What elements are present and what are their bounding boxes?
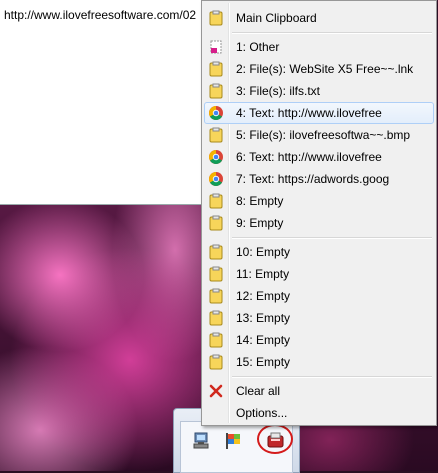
background-window[interactable]: http://www.ilovefreesoftware.com/02 — [0, 0, 204, 205]
menu-item-1[interactable]: 1: Other — [204, 36, 434, 58]
menu-separator — [232, 376, 432, 378]
clipboard-icon — [208, 332, 224, 348]
clipboard-icon — [208, 83, 224, 99]
menu-item-8[interactable]: 8: Empty — [204, 190, 434, 212]
flag-icon[interactable] — [223, 430, 245, 452]
clipboard-icon — [208, 244, 224, 260]
menu-item-10[interactable]: 10: Empty — [204, 241, 434, 263]
menu-item-12[interactable]: 12: Empty — [204, 285, 434, 307]
network-icon[interactable] — [191, 430, 213, 452]
clipboard-icon — [208, 266, 224, 282]
menu-item-5[interactable]: 5: File(s): ilovefreesoftwa~~.bmp — [204, 124, 434, 146]
red-x-icon — [208, 383, 224, 399]
menu-separator — [232, 32, 432, 34]
menu-item-6[interactable]: 6: Text: http://www.ilovefree — [204, 146, 434, 168]
clipboard-icon — [208, 61, 224, 77]
clipboard-icon — [208, 127, 224, 143]
clipboard-icon — [208, 288, 224, 304]
options-item[interactable]: Options... — [204, 402, 434, 424]
url-text: http://www.ilovefreesoftware.com/02 — [4, 8, 197, 22]
clipboard-icon — [208, 10, 224, 26]
chrome-icon — [208, 149, 224, 165]
menu-item-main-clipboard[interactable]: Main Clipboard — [204, 7, 434, 29]
tray-icon-area — [180, 421, 293, 473]
menu-item-14[interactable]: 14: Empty — [204, 329, 434, 351]
menu-item-15[interactable]: 15: Empty — [204, 351, 434, 373]
menu-item-3[interactable]: 3: File(s): ilfs.txt — [204, 80, 434, 102]
clipboard-icon — [208, 193, 224, 209]
highlight-circle — [257, 424, 293, 454]
menu-item-2[interactable]: 2: File(s): WebSite X5 Free~~.lnk — [204, 58, 434, 80]
clipboard-context-menu: Main Clipboard 1: Other 2: File(s): WebS… — [201, 0, 437, 426]
clear-all-item[interactable]: Clear all — [204, 380, 434, 402]
menu-separator — [232, 237, 432, 239]
menu-item-11[interactable]: 11: Empty — [204, 263, 434, 285]
menu-item-7[interactable]: 7: Text: https://adwords.goog — [204, 168, 434, 190]
chrome-icon — [208, 105, 224, 121]
menu-item-4[interactable]: 4: Text: http://www.ilovefree — [204, 102, 434, 124]
clipboard-icon — [208, 215, 224, 231]
file-icon — [208, 39, 224, 55]
chrome-icon — [208, 171, 224, 187]
menu-item-13[interactable]: 13: Empty — [204, 307, 434, 329]
clipboard-icon — [208, 310, 224, 326]
clipboard-icon — [208, 354, 224, 370]
menu-item-9[interactable]: 9: Empty — [204, 212, 434, 234]
